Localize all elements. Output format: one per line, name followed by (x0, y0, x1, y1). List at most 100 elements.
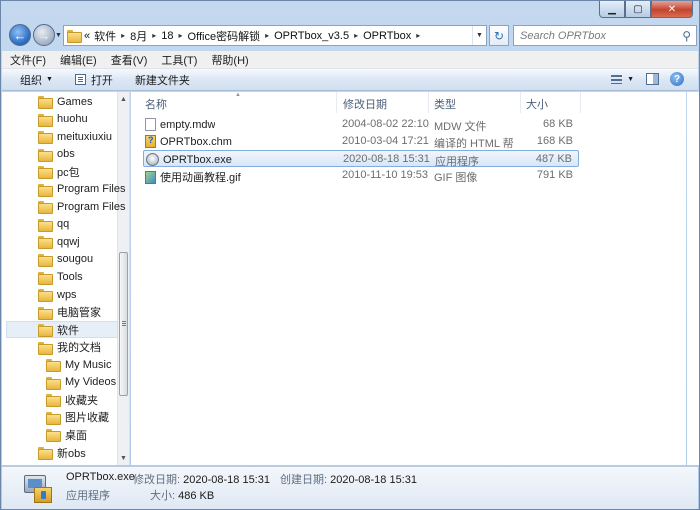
file-size: 487 KB (535, 153, 572, 165)
folder-icon (46, 411, 61, 425)
maximize-button[interactable]: ▢ (625, 1, 651, 18)
nav-item-label: qqwj (57, 235, 80, 248)
arrow-left-icon: ← (13, 27, 27, 43)
nav-item[interactable]: huohu (38, 111, 88, 128)
breadcrumb-separator-icon[interactable]: ▸ (265, 31, 269, 40)
scroll-up-icon[interactable]: ▲ (118, 92, 129, 106)
open-label: 打开 (90, 74, 113, 87)
nav-item-label: pc包 (57, 166, 80, 179)
breadcrumb-overflow[interactable]: « (84, 30, 90, 42)
nav-item[interactable]: 新obs (38, 444, 86, 461)
file-type: GIF 图像 (434, 172, 478, 184)
nav-item[interactable]: obs (38, 146, 75, 163)
nav-item[interactable]: wps (38, 286, 77, 303)
breadcrumb-item[interactable]: Office密码解锁 (188, 28, 261, 44)
menu-item[interactable]: 工具(T) (161, 52, 197, 68)
nav-scrollbar[interactable]: ▲ ▼ (117, 92, 129, 465)
nav-item[interactable]: qq (38, 216, 69, 233)
close-button[interactable]: ✕ (651, 1, 693, 18)
file-row[interactable]: empty.mdw 2004-08-02 22:10 MDW 文件 68 KB (143, 116, 579, 133)
file-name: OPRTbox.chm (160, 135, 232, 148)
new-folder-button[interactable]: 新建文件夹 (135, 72, 190, 88)
refresh-button[interactable]: ↻ (489, 25, 509, 46)
nav-item-label: 桌面 (65, 429, 87, 442)
menu-item[interactable]: 帮助(H) (211, 52, 248, 68)
search-input[interactable]: Search OPRTbox ⚲ (513, 25, 697, 46)
forward-button[interactable]: → (33, 24, 55, 46)
file-row[interactable]: 使用动画教程.gif 2010-11-10 19:53 GIF 图像 791 KB (143, 167, 579, 184)
nav-item[interactable]: 我的文档 (38, 339, 101, 356)
nav-item[interactable]: 软件 (6, 321, 118, 339)
file-name-cell: OPRTbox.chm (145, 135, 232, 148)
file-row[interactable]: OPRTbox.chm 2010-03-04 17:21 编译的 HTML 帮...… (143, 133, 579, 150)
nav-item-label: meituxiuxiu (57, 130, 113, 143)
open-button[interactable]: 打开 (74, 72, 113, 88)
organize-button[interactable]: 组织 ▼ (20, 72, 53, 88)
nav-item[interactable]: sougou (38, 251, 93, 268)
breadcrumb-item[interactable]: OPRTbox_v3.5 (274, 30, 349, 42)
folder-icon (38, 236, 53, 250)
preview-pane-icon[interactable] (644, 72, 660, 86)
application-icon (146, 153, 159, 166)
views-icon[interactable] (608, 72, 624, 86)
column-name-header[interactable]: 名称 (145, 96, 167, 112)
address-bar[interactable]: « 软件 ▸ 8月 ▸ 18 ▸ Office密码解锁 ▸ OPRTbox_v3.5 ▸ OPRTbo… (63, 25, 487, 46)
nav-item-label: My Music (65, 358, 112, 371)
nav-item-label: 电脑管家 (57, 307, 101, 320)
nav-item[interactable]: 图片收藏 (46, 409, 109, 426)
column-divider[interactable] (580, 92, 581, 113)
column-divider[interactable] (520, 92, 521, 113)
nav-item[interactable]: Tools (38, 269, 83, 286)
caption-buttons: ▁ ▢ ✕ (599, 1, 693, 19)
command-bar: 组织 ▼ 打开 新建文件夹 ▼ ? (2, 69, 698, 91)
folder-icon (46, 429, 61, 443)
nav-item-label: Program Files (57, 200, 126, 213)
column-divider[interactable] (336, 92, 337, 113)
search-icon[interactable]: ⚲ (682, 29, 691, 43)
nav-item[interactable]: My Videos (46, 374, 116, 391)
nav-item[interactable]: pc包 (38, 163, 80, 180)
nav-item[interactable]: Program Files (38, 198, 125, 215)
file-row[interactable]: OPRTbox.exe 2020-08-18 15:31 应用程序 487 KB (143, 150, 579, 168)
nav-item[interactable]: qqwj (38, 233, 80, 250)
folder-icon (46, 376, 61, 390)
column-type-header[interactable]: 类型 (434, 96, 456, 112)
minimize-button[interactable]: ▁ (599, 1, 625, 18)
scroll-down-icon[interactable]: ▼ (118, 451, 129, 465)
arrow-right-icon: → (37, 27, 51, 43)
breadcrumb-separator-icon[interactable]: ▸ (152, 31, 156, 40)
menu-item[interactable]: 文件(F) (10, 52, 46, 68)
file-list-scroll-area (687, 92, 699, 465)
breadcrumb-item[interactable]: OPRTbox (363, 30, 411, 42)
help-icon[interactable]: ? (670, 72, 684, 86)
nav-item[interactable]: 桌面 (46, 426, 87, 443)
menu-item[interactable]: 查看(V) (111, 52, 148, 68)
folder-icon (38, 324, 53, 338)
document-icon (145, 118, 156, 131)
nav-item[interactable]: meituxiuxiu (38, 128, 112, 145)
column-divider[interactable] (428, 92, 429, 113)
file-size: 791 KB (536, 169, 573, 181)
back-button[interactable]: ← (9, 24, 31, 46)
nav-item[interactable]: 收藏夹 (46, 391, 98, 408)
breadcrumb-item[interactable]: 18 (161, 30, 173, 42)
breadcrumb-separator-icon[interactable]: ▸ (121, 31, 125, 40)
address-row: ← → ▼ « 软件 ▸ 8月 ▸ 18 ▸ Office密码解锁 ▸ OPRTbox_v3.5 ▸… (5, 23, 697, 49)
nav-item[interactable]: Games (38, 93, 92, 110)
nav-item[interactable]: Program Files (38, 181, 125, 198)
breadcrumb-separator-icon[interactable]: ▸ (179, 31, 183, 40)
nav-item-label: wps (57, 288, 77, 301)
recent-pages-dropdown[interactable]: ▼ (55, 32, 62, 39)
nav-item[interactable]: My Music (46, 356, 111, 373)
breadcrumb-item[interactable]: 软件 (94, 28, 116, 44)
chevron-down-icon[interactable]: ▼ (627, 76, 634, 83)
breadcrumb-item[interactable]: 8月 (130, 28, 147, 44)
breadcrumb-separator-icon[interactable]: ▸ (354, 31, 358, 40)
nav-item[interactable]: 电脑管家 (38, 304, 101, 321)
menu-item[interactable]: 编辑(E) (60, 52, 97, 68)
column-size-header[interactable]: 大小 (526, 96, 548, 112)
column-date-header[interactable]: 修改日期 (343, 96, 387, 112)
scroll-thumb[interactable] (119, 252, 128, 396)
chevron-down-icon[interactable]: ▼ (472, 26, 486, 45)
breadcrumb-separator-icon[interactable]: ▸ (416, 31, 420, 40)
